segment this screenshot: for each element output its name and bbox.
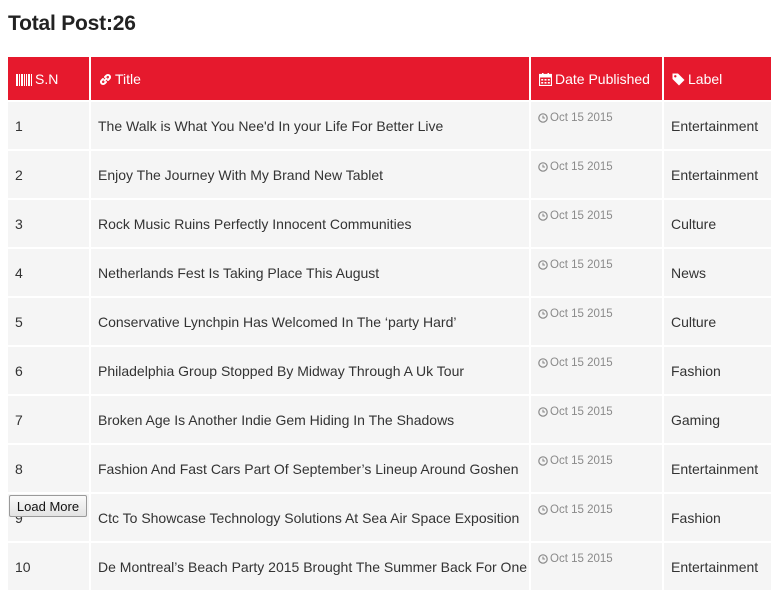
- clock-icon: [538, 309, 548, 319]
- row-title-link[interactable]: De Montreal’s Beach Party 2015 Brought T…: [91, 543, 529, 590]
- column-header-date-label: Date Published: [555, 70, 650, 87]
- row-date-text: Oct 15 2015: [550, 357, 613, 369]
- table-row: 3 Rock Music Ruins Perfectly Innocent Co…: [8, 200, 771, 247]
- row-date-text: Oct 15 2015: [550, 112, 613, 124]
- clock-icon: [538, 505, 548, 515]
- row-title-link[interactable]: Enjoy The Journey With My Brand New Tabl…: [91, 151, 529, 198]
- row-label-link[interactable]: Entertainment: [664, 102, 771, 149]
- row-date-text: Oct 15 2015: [550, 406, 613, 418]
- row-date-text: Oct 15 2015: [550, 455, 613, 467]
- table-row: 2 Enjoy The Journey With My Brand New Ta…: [8, 151, 771, 198]
- row-title-link[interactable]: Philadelphia Group Stopped By Midway Thr…: [91, 347, 529, 394]
- row-label-link[interactable]: Culture: [664, 200, 771, 247]
- row-label-link[interactable]: Entertainment: [664, 543, 771, 590]
- row-sn: 8: [8, 445, 89, 492]
- row-sn: 2: [8, 151, 89, 198]
- link-icon: [100, 73, 111, 85]
- row-date: Oct 15 2015: [531, 445, 662, 492]
- column-header-sn-label: S.N: [35, 70, 59, 87]
- column-header-title-label: Title: [115, 70, 141, 87]
- row-title-link[interactable]: Netherlands Fest Is Taking Place This Au…: [91, 249, 529, 296]
- row-label-link[interactable]: Entertainment: [664, 151, 771, 198]
- table-row: 9 Ctc To Showcase Technology Solutions A…: [8, 494, 771, 541]
- column-header-sn: S.N: [8, 57, 89, 100]
- clock-icon: [538, 407, 548, 417]
- table-header-row: S.N Title Date Published Label: [8, 57, 771, 100]
- row-title-link[interactable]: Fashion And Fast Cars Part Of September’…: [91, 445, 529, 492]
- clock-icon: [538, 456, 548, 466]
- table-row: 10 De Montreal’s Beach Party 2015 Brough…: [8, 543, 771, 590]
- row-title-link[interactable]: Ctc To Showcase Technology Solutions At …: [91, 494, 529, 541]
- row-date: Oct 15 2015: [531, 543, 662, 590]
- table-row: 6 Philadelphia Group Stopped By Midway T…: [8, 347, 771, 394]
- row-date: Oct 15 2015: [531, 249, 662, 296]
- clock-icon: [538, 260, 548, 270]
- row-label-link[interactable]: Entertainment: [664, 445, 771, 492]
- table-row: 7 Broken Age Is Another Indie Gem Hiding…: [8, 396, 771, 443]
- table-row: 5 Conservative Lynchpin Has Welcomed In …: [8, 298, 771, 345]
- row-label-link[interactable]: Culture: [664, 298, 771, 345]
- row-label-link[interactable]: Fashion: [664, 347, 771, 394]
- row-date-text: Oct 15 2015: [550, 210, 613, 222]
- row-date: Oct 15 2015: [531, 396, 662, 443]
- row-title-link[interactable]: The Walk is What You Nee'd In your Life …: [91, 102, 529, 149]
- row-label-link[interactable]: Fashion: [664, 494, 771, 541]
- row-date: Oct 15 2015: [531, 347, 662, 394]
- row-date-text: Oct 15 2015: [550, 504, 613, 516]
- row-label-link[interactable]: Gaming: [664, 396, 771, 443]
- row-date: Oct 15 2015: [531, 151, 662, 198]
- row-title-link[interactable]: Rock Music Ruins Perfectly Innocent Comm…: [91, 200, 529, 247]
- row-sn: 5: [8, 298, 89, 345]
- table-row: 1 The Walk is What You Nee'd In your Lif…: [8, 102, 771, 149]
- row-sn: 7: [8, 396, 89, 443]
- column-header-label: Label: [664, 57, 771, 100]
- row-date: Oct 15 2015: [531, 298, 662, 345]
- row-date-text: Oct 15 2015: [550, 161, 613, 173]
- clock-icon: [538, 358, 548, 368]
- row-date: Oct 15 2015: [531, 494, 662, 541]
- row-title-link[interactable]: Conservative Lynchpin Has Welcomed In Th…: [91, 298, 529, 345]
- row-sn: 6: [8, 347, 89, 394]
- column-header-date: Date Published: [531, 57, 662, 100]
- clock-icon: [538, 113, 548, 123]
- barcode-icon: [16, 73, 32, 86]
- row-date-text: Oct 15 2015: [550, 308, 613, 320]
- row-sn: 3: [8, 200, 89, 247]
- table-row: 8 Fashion And Fast Cars Part Of Septembe…: [8, 445, 771, 492]
- clock-icon: [538, 162, 548, 172]
- row-label-link[interactable]: News: [664, 249, 771, 296]
- column-header-label-label: Label: [688, 70, 723, 87]
- row-sn: 10: [8, 543, 89, 590]
- row-date-text: Oct 15 2015: [550, 553, 613, 565]
- row-sn: 1: [8, 102, 89, 149]
- posts-table: S.N Title Date Published Label 1 The Wal…: [6, 55, 773, 592]
- calendar-icon: [539, 72, 552, 86]
- total-post-count: Total Post:26: [8, 12, 136, 35]
- clock-icon: [538, 554, 548, 564]
- row-date: Oct 15 2015: [531, 200, 662, 247]
- row-date-text: Oct 15 2015: [550, 259, 613, 271]
- row-title-link[interactable]: Broken Age Is Another Indie Gem Hiding I…: [91, 396, 529, 443]
- column-header-title: Title: [91, 57, 529, 100]
- load-more-button[interactable]: Load More: [9, 495, 87, 517]
- clock-icon: [538, 211, 548, 221]
- row-date: Oct 15 2015: [531, 102, 662, 149]
- row-sn: 4: [8, 249, 89, 296]
- tag-icon: [672, 73, 685, 85]
- table-row: 4 Netherlands Fest Is Taking Place This …: [8, 249, 771, 296]
